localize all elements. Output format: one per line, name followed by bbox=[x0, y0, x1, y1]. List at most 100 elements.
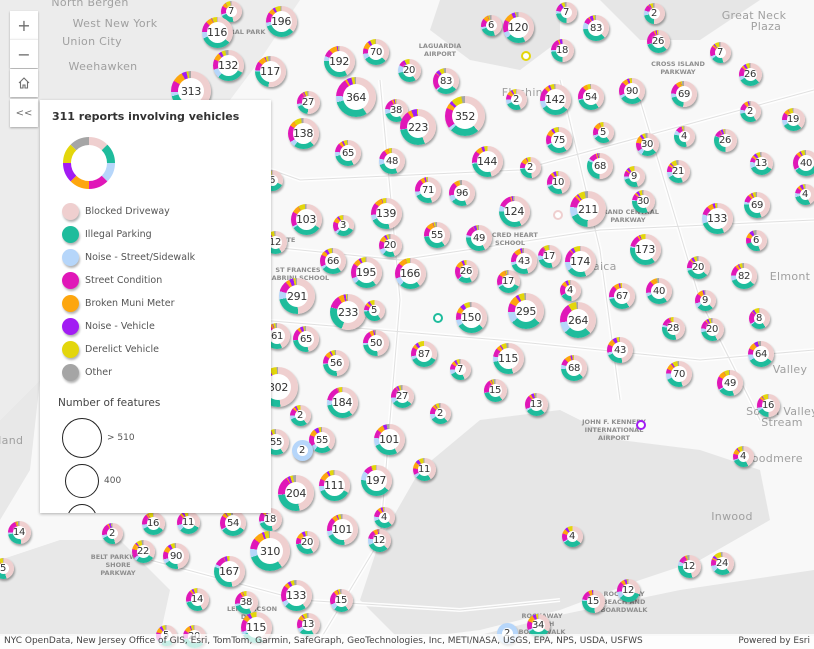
cluster-marker[interactable]: 166 bbox=[394, 257, 426, 289]
cluster-marker[interactable]: 20 bbox=[700, 317, 724, 341]
cluster-marker[interactable] bbox=[553, 210, 563, 220]
cluster-marker[interactable]: 4 bbox=[732, 445, 754, 467]
cluster-marker[interactable]: 2 bbox=[291, 439, 313, 461]
cluster-marker[interactable]: 2 bbox=[739, 100, 761, 122]
cluster-marker[interactable]: 352 bbox=[445, 96, 485, 136]
cluster-marker[interactable]: 28 bbox=[661, 316, 685, 340]
cluster-marker[interactable]: 24 bbox=[710, 551, 734, 575]
attribution-sources[interactable]: NYC OpenData, New Jersey Office of GIS, … bbox=[4, 634, 643, 649]
cluster-marker[interactable]: 55 bbox=[309, 427, 335, 453]
cluster-marker[interactable]: 10 bbox=[546, 170, 570, 194]
cluster-marker[interactable]: 16 bbox=[141, 511, 165, 535]
cluster-marker[interactable]: 56 bbox=[323, 350, 349, 376]
cluster-marker[interactable]: 69 bbox=[744, 192, 770, 218]
cluster-marker[interactable]: 15 bbox=[483, 378, 507, 402]
cluster-marker[interactable]: 26 bbox=[454, 259, 478, 283]
cluster-marker[interactable]: 49 bbox=[466, 225, 492, 251]
cluster-marker[interactable]: 82 bbox=[731, 263, 757, 289]
cluster-marker[interactable]: 14 bbox=[185, 587, 209, 611]
cluster-marker[interactable]: 40 bbox=[646, 278, 672, 304]
cluster-marker[interactable]: 2 bbox=[101, 522, 123, 544]
cluster-marker[interactable]: 64 bbox=[748, 341, 774, 367]
home-button[interactable] bbox=[10, 69, 38, 97]
cluster-marker[interactable]: 68 bbox=[561, 355, 587, 381]
cluster-marker[interactable]: 150 bbox=[455, 301, 487, 333]
zoom-in-button[interactable]: + bbox=[10, 11, 38, 39]
cluster-marker[interactable]: 9 bbox=[623, 165, 645, 187]
cluster-marker[interactable]: 196 bbox=[265, 5, 297, 37]
cluster-marker[interactable]: 4 bbox=[794, 183, 814, 205]
cluster-marker[interactable]: 7 bbox=[449, 358, 471, 380]
cluster-marker[interactable]: 12 bbox=[367, 528, 391, 552]
cluster-marker[interactable]: 120 bbox=[502, 11, 534, 43]
cluster-marker[interactable]: 20 bbox=[378, 233, 402, 257]
cluster-marker[interactable]: 14 bbox=[7, 520, 31, 544]
cluster-marker[interactable] bbox=[521, 51, 531, 61]
cluster-marker[interactable]: 43 bbox=[607, 337, 633, 363]
cluster-marker[interactable]: 30 bbox=[635, 132, 659, 156]
cluster-marker[interactable]: 138 bbox=[287, 117, 319, 149]
cluster-marker[interactable]: 192 bbox=[323, 45, 355, 77]
cluster-marker[interactable]: 83 bbox=[433, 68, 459, 94]
cluster-marker[interactable]: 15 bbox=[329, 588, 353, 612]
cluster-marker[interactable]: 115 bbox=[492, 342, 524, 374]
cluster-marker[interactable]: 116 bbox=[201, 16, 233, 48]
cluster-marker[interactable]: 50 bbox=[363, 330, 389, 356]
cluster-marker[interactable]: 2 bbox=[429, 402, 451, 424]
cluster-marker[interactable]: 21 bbox=[666, 159, 690, 183]
cluster-marker[interactable]: 184 bbox=[326, 386, 358, 418]
cluster-marker[interactable]: 174 bbox=[564, 245, 596, 277]
cluster-marker[interactable]: 2 bbox=[519, 156, 541, 178]
cluster-marker[interactable]: 4 bbox=[373, 506, 395, 528]
cluster-marker[interactable]: 20 bbox=[397, 58, 421, 82]
cluster-marker[interactable]: 364 bbox=[336, 77, 376, 117]
cluster-marker[interactable] bbox=[433, 313, 443, 323]
cluster-marker[interactable]: 87 bbox=[411, 341, 437, 367]
cluster-marker[interactable]: 291 bbox=[279, 278, 315, 314]
cluster-marker[interactable]: 2 bbox=[289, 404, 311, 426]
cluster-marker[interactable]: 27 bbox=[296, 90, 320, 114]
cluster-marker[interactable]: 90 bbox=[619, 78, 645, 104]
cluster-marker[interactable]: 4 bbox=[561, 525, 583, 547]
cluster-marker[interactable]: 20 bbox=[295, 530, 319, 554]
cluster-marker[interactable]: 54 bbox=[220, 510, 246, 536]
cluster-marker[interactable]: 133 bbox=[701, 202, 733, 234]
cluster-marker[interactable]: 43 bbox=[511, 248, 537, 274]
cluster-marker[interactable]: 19 bbox=[781, 107, 805, 131]
cluster-marker[interactable]: 71 bbox=[415, 177, 441, 203]
cluster-marker[interactable]: 204 bbox=[278, 475, 314, 511]
cluster-marker[interactable]: 9 bbox=[694, 289, 716, 311]
cluster-marker[interactable]: 20 bbox=[686, 255, 710, 279]
zoom-out-button[interactable]: − bbox=[10, 39, 38, 68]
cluster-marker[interactable]: 111 bbox=[318, 469, 350, 501]
cluster-marker[interactable]: 83 bbox=[583, 15, 609, 41]
cluster-marker[interactable]: 144 bbox=[471, 145, 503, 177]
cluster-marker[interactable]: 139 bbox=[370, 197, 402, 229]
cluster-marker[interactable]: 142 bbox=[539, 83, 571, 115]
cluster-marker[interactable]: 233 bbox=[330, 294, 366, 330]
cluster-marker[interactable]: 68 bbox=[587, 153, 613, 179]
cluster-marker[interactable]: 26 bbox=[646, 29, 670, 53]
cluster-marker[interactable]: 55 bbox=[424, 222, 450, 248]
cluster-marker[interactable]: 17 bbox=[537, 244, 561, 268]
cluster-marker[interactable]: 12 bbox=[677, 554, 701, 578]
cluster-marker[interactable]: 167 bbox=[213, 555, 245, 587]
cluster-marker[interactable]: 70 bbox=[363, 39, 389, 65]
cluster-marker[interactable]: 70 bbox=[666, 361, 692, 387]
cluster-marker[interactable] bbox=[636, 420, 646, 430]
cluster-marker[interactable]: 132 bbox=[212, 49, 244, 81]
cluster-marker[interactable]: 310 bbox=[250, 531, 290, 571]
cluster-marker[interactable]: 27 bbox=[390, 384, 414, 408]
cluster-marker[interactable]: 13 bbox=[296, 612, 320, 636]
cluster-marker[interactable]: 54 bbox=[578, 84, 604, 110]
cluster-marker[interactable]: 173 bbox=[629, 233, 661, 265]
cluster-marker[interactable]: 117 bbox=[254, 55, 286, 87]
cluster-marker[interactable]: 65 bbox=[293, 326, 319, 352]
cluster-marker[interactable]: 13 bbox=[524, 392, 548, 416]
cluster-marker[interactable]: 90 bbox=[163, 543, 189, 569]
cluster-marker[interactable]: 48 bbox=[379, 148, 405, 174]
cluster-marker[interactable]: 5 bbox=[592, 121, 614, 143]
cluster-marker[interactable]: 13 bbox=[749, 151, 773, 175]
collapse-legend-button[interactable]: << bbox=[10, 99, 38, 127]
cluster-marker[interactable]: 30 bbox=[631, 189, 655, 213]
